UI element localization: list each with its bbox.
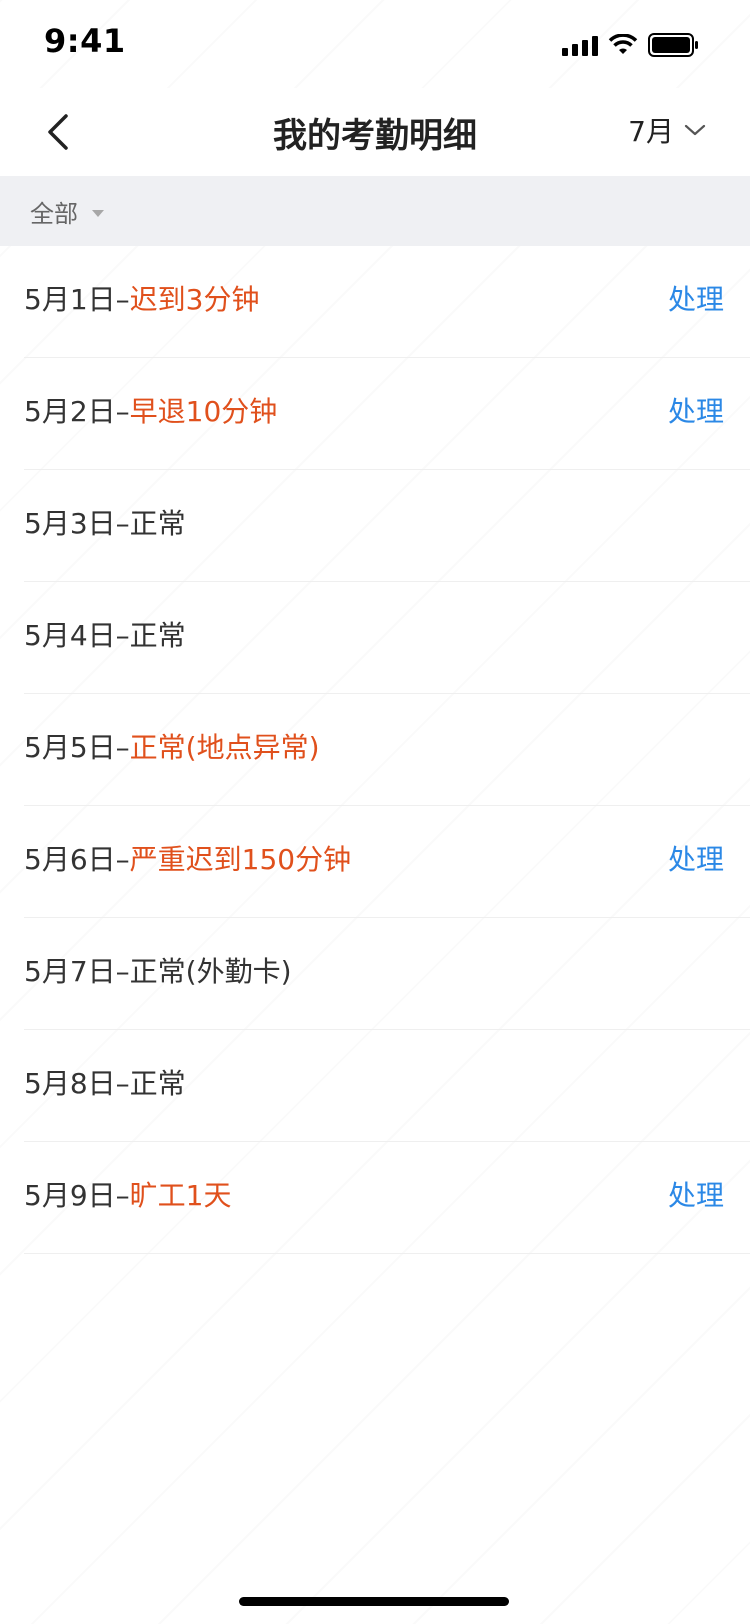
row-date: 5月7日– xyxy=(24,955,130,988)
row-status: 正常 xyxy=(129,619,186,652)
row-status: 正常(外勤卡) xyxy=(129,955,292,988)
status-icons xyxy=(562,30,700,60)
row-date: 5月9日– xyxy=(24,1179,130,1212)
row-date: 5月8日– xyxy=(24,1067,130,1100)
list-item: 5月7日–正常(外勤卡) xyxy=(24,918,750,1030)
cellular-signal-icon xyxy=(562,34,598,56)
list-item: 5月6日–严重迟到150分钟 处理 xyxy=(24,806,750,918)
row-status: 严重迟到150分钟 xyxy=(129,843,352,876)
triangle-down-icon xyxy=(92,209,104,217)
filter-bar: 全部 xyxy=(0,176,750,246)
row-status: 旷工1天 xyxy=(129,1179,232,1212)
row-date: 5月5日– xyxy=(24,731,130,764)
home-indicator xyxy=(239,1597,509,1606)
list-item: 5月5日–正常(地点异常) xyxy=(24,694,750,806)
list-item: 5月1日–迟到3分钟 处理 xyxy=(24,246,750,358)
filter-dropdown[interactable]: 全部 xyxy=(30,194,104,229)
handle-button[interactable]: 处理 xyxy=(668,1174,724,1214)
month-selector[interactable]: 7月 xyxy=(628,110,706,150)
status-time: 9:41 xyxy=(44,22,126,60)
list-item: 5月8日–正常 xyxy=(24,1030,750,1142)
handle-button[interactable]: 处理 xyxy=(668,390,724,430)
row-date: 5月1日– xyxy=(24,283,130,316)
navigation-bar: 我的考勤明细 7月 xyxy=(0,88,750,176)
handle-button[interactable]: 处理 xyxy=(668,838,724,878)
row-date: 5月4日– xyxy=(24,619,130,652)
chevron-down-icon xyxy=(684,124,706,136)
list-item: 5月2日–早退10分钟 处理 xyxy=(24,358,750,470)
row-status: 早退10分钟 xyxy=(129,395,278,428)
filter-label: 全部 xyxy=(30,200,78,228)
list-item: 5月3日–正常 xyxy=(24,470,750,582)
row-status: 正常 xyxy=(129,507,186,540)
list-item: 5月4日–正常 xyxy=(24,582,750,694)
handle-button[interactable]: 处理 xyxy=(668,278,724,318)
month-label: 7月 xyxy=(628,115,674,148)
row-date: 5月6日– xyxy=(24,843,130,876)
list-item: 5月9日–旷工1天 处理 xyxy=(24,1142,750,1254)
row-status: 迟到3分钟 xyxy=(129,283,260,316)
row-status: 正常 xyxy=(129,1067,186,1100)
row-status: 正常(地点异常) xyxy=(129,731,320,764)
battery-icon xyxy=(648,32,700,58)
attendance-list: 5月1日–迟到3分钟 处理 5月2日–早退10分钟 处理 5月3日–正常 5月4… xyxy=(0,246,750,1254)
row-date: 5月2日– xyxy=(24,395,130,428)
status-bar: 9:41 xyxy=(0,0,750,88)
wifi-icon xyxy=(608,34,638,56)
row-date: 5月3日– xyxy=(24,507,130,540)
